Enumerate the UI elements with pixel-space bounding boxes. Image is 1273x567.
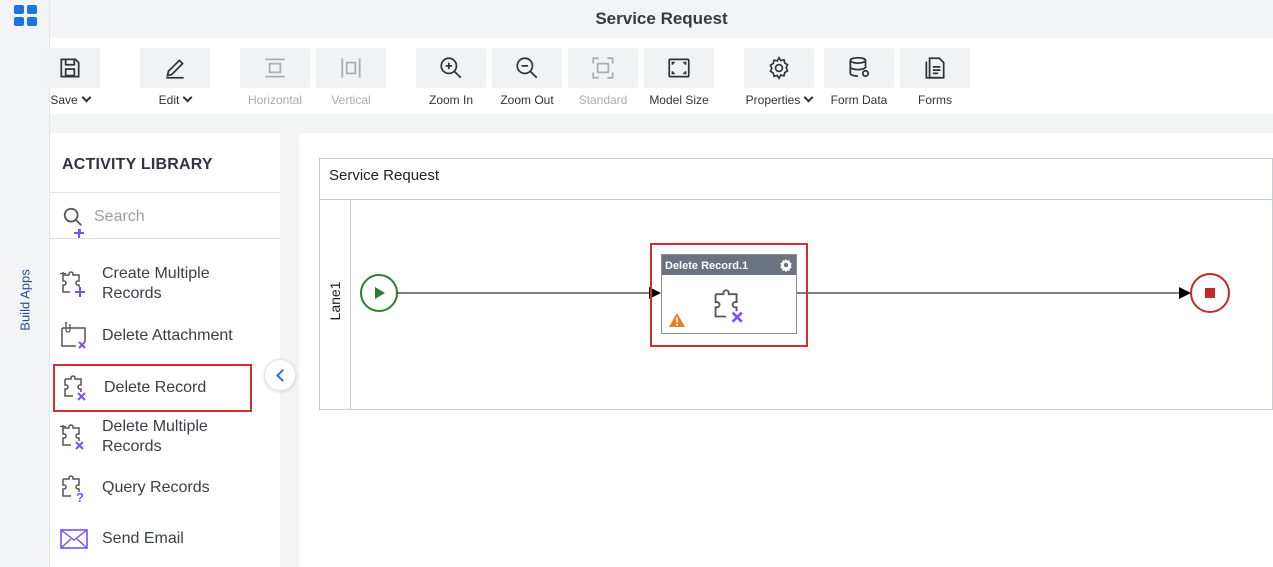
zoom-in-button[interactable]: Zoom In: [416, 48, 486, 110]
list-item-label: Records: [102, 285, 162, 302]
toolbar: Save Edit Horizontal Vertical Zoom In Zo…: [40, 38, 1273, 114]
start-event[interactable]: [360, 274, 398, 312]
puzzle-delete-icon: [714, 289, 743, 323]
zoom-out-button[interactable]: Zoom Out: [492, 48, 562, 110]
edit-button[interactable]: Edit: [140, 48, 210, 110]
puzzle-multi-delete-icon: [60, 424, 84, 450]
list-item-label: Create Multiple: [102, 265, 210, 282]
vertical-icon: [316, 48, 386, 88]
list-item-query-records[interactable]: ? Query Records: [58, 472, 268, 504]
svg-text:?: ?: [76, 490, 84, 504]
edit-icon: [140, 48, 210, 88]
vertical-button[interactable]: Vertical: [316, 48, 386, 110]
zoom-in-icon: [416, 48, 486, 88]
task-header: Delete Record.1: [662, 255, 796, 275]
attachment-delete-icon: [61, 322, 86, 349]
model-size-button[interactable]: Model Size: [644, 48, 714, 110]
list-item-label: Records: [102, 438, 162, 455]
delete-record-task[interactable]: Delete Record.1: [661, 254, 797, 334]
list-item-create-multiple-records[interactable]: Create Multiple Records: [58, 264, 268, 304]
gear-icon: [744, 48, 814, 88]
chevron-down-icon: [182, 92, 193, 103]
list-item-delete-record[interactable]: Delete Record: [53, 364, 252, 412]
list-item-send-email[interactable]: Send Email: [58, 523, 268, 555]
puzzle-query-icon: ?: [62, 475, 84, 504]
process-canvas[interactable]: Service Request Lane1 Delete Record.1: [299, 133, 1273, 567]
build-apps-link[interactable]: Build Apps: [18, 269, 33, 330]
search-icon: [63, 207, 82, 226]
puzzle-delete-icon: [64, 375, 86, 401]
task-title: Delete Record.1: [665, 260, 749, 272]
list-item-label: Delete Record: [104, 379, 207, 396]
horizontal-icon: [240, 48, 310, 88]
standard-icon: [568, 48, 638, 88]
search-input[interactable]: [94, 205, 264, 229]
forms-icon: [900, 48, 970, 88]
apps-grid-icon[interactable]: [14, 5, 38, 27]
database-icon: [824, 48, 894, 88]
task-selection-outline: Delete Record.1: [650, 243, 808, 347]
model-size-icon: [644, 48, 714, 88]
form-data-button[interactable]: Form Data: [824, 48, 894, 110]
forms-button[interactable]: Forms: [900, 48, 970, 110]
puzzle-plus-icon: [74, 229, 84, 238]
list-item-label: Delete Attachment: [102, 327, 233, 344]
save-label: Save: [50, 93, 78, 107]
vertical-label: Vertical: [331, 93, 371, 107]
save-icon: [40, 48, 100, 88]
page-title: Service Request: [595, 9, 728, 28]
list-item-label: Send Email: [102, 530, 184, 547]
list-item-partial[interactable]: [58, 229, 268, 243]
list-item-label: Query Records: [102, 479, 210, 496]
edit-label: Edit: [158, 93, 180, 107]
forms-label: Forms: [918, 93, 952, 107]
library-title: ACTIVITY LIBRARY: [62, 156, 213, 173]
properties-button[interactable]: Properties: [744, 48, 814, 110]
app-window: Build Apps Service Request Save Edit Hor…: [0, 0, 1273, 567]
list-item-delete-attachment[interactable]: Delete Attachment: [58, 320, 268, 352]
model-size-label: Model Size: [649, 93, 709, 107]
gear-icon[interactable]: [779, 258, 793, 272]
properties-label: Properties: [745, 93, 801, 107]
standard-button[interactable]: Standard: [568, 48, 638, 110]
chevron-down-icon: [81, 92, 92, 103]
save-button[interactable]: Save: [40, 48, 110, 110]
collapse-library-button[interactable]: [264, 359, 296, 391]
warning-icon: [669, 313, 685, 327]
header: Service Request: [50, 0, 1273, 38]
email-icon: [60, 529, 88, 549]
list-item-delete-multiple-records[interactable]: Delete Multiple Records: [58, 417, 268, 457]
activity-library: ACTIVITY LIBRARY Create MultipleRecords …: [50, 133, 280, 567]
zoom-out-icon: [492, 48, 562, 88]
process-diagram: [360, 273, 1230, 313]
end-event[interactable]: [1190, 273, 1230, 313]
puzzle-plus-icon: [60, 271, 85, 297]
list-item-label: Delete Multiple: [102, 418, 208, 435]
horizontal-button[interactable]: Horizontal: [240, 48, 310, 110]
